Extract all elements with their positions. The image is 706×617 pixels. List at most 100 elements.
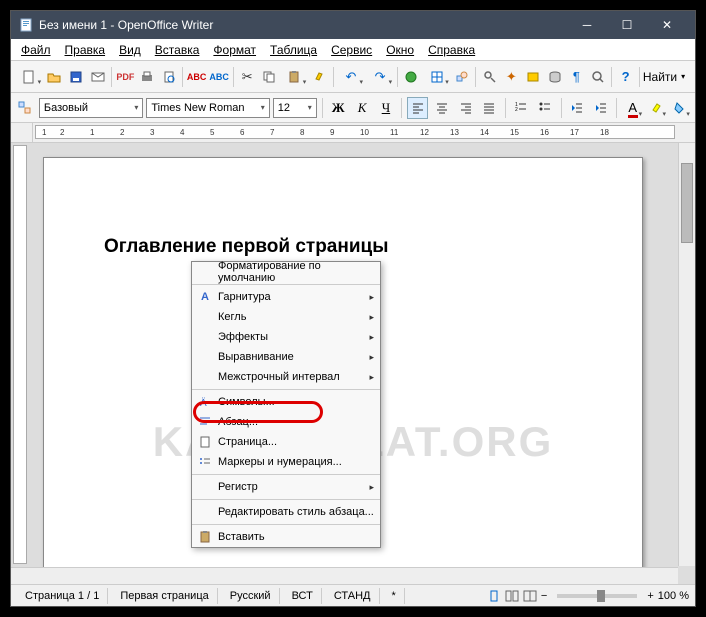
numbering-button[interactable]: 12: [511, 97, 532, 119]
table-button[interactable]: [423, 66, 451, 88]
undo-button[interactable]: ↶: [337, 66, 365, 88]
menu-help[interactable]: Справка: [422, 41, 481, 59]
status-sig[interactable]: *: [384, 588, 405, 604]
menu-edit[interactable]: Правка: [59, 41, 112, 59]
increase-indent-button[interactable]: [590, 97, 611, 119]
ctx-linespacing[interactable]: Межстрочный интервал: [192, 367, 380, 387]
zoom-button[interactable]: [588, 66, 609, 88]
maximize-button[interactable]: ☐: [607, 11, 647, 39]
redo-button[interactable]: ↷: [366, 66, 394, 88]
ctx-bullets[interactable]: Маркеры и нумерация...: [192, 452, 380, 472]
help-button[interactable]: ?: [615, 66, 636, 88]
app-window: Без имени 1 - OpenOffice Writer ─ ☐ ✕ Фа…: [10, 10, 696, 607]
vertical-scrollbar[interactable]: [678, 143, 695, 566]
horizontal-ruler[interactable]: 1 2 1 2 3 4 5 6 7 8 9 10 11 12 13 14 15 …: [35, 125, 675, 139]
align-right-button[interactable]: [455, 97, 476, 119]
format-paintbrush-button[interactable]: [309, 66, 330, 88]
menu-table[interactable]: Таблица: [264, 41, 323, 59]
menu-insert[interactable]: Вставка: [149, 41, 206, 59]
hyperlink-button[interactable]: [401, 66, 422, 88]
datasources-button[interactable]: [544, 66, 565, 88]
cut-button[interactable]: ✂: [237, 66, 258, 88]
view-book-icon[interactable]: [523, 590, 537, 602]
menu-tools[interactable]: Сервис: [325, 41, 378, 59]
font-color-button[interactable]: A: [622, 97, 643, 119]
status-style[interactable]: Первая страница: [112, 588, 217, 604]
align-justify-button[interactable]: [479, 97, 500, 119]
bold-button[interactable]: Ж: [328, 97, 349, 119]
status-page[interactable]: Страница 1 / 1: [17, 588, 108, 604]
zoom-out-icon[interactable]: −: [541, 590, 547, 602]
minimize-button[interactable]: ─: [567, 11, 607, 39]
bullets-icon: [196, 456, 214, 468]
spellcheck-button[interactable]: ABC: [186, 66, 208, 88]
zoom-value[interactable]: 100 %: [658, 590, 689, 602]
paste-icon: [196, 531, 214, 543]
background-color-button[interactable]: [670, 97, 691, 119]
zoom-in-icon[interactable]: +: [647, 590, 653, 602]
export-pdf-button[interactable]: PDF: [115, 66, 136, 88]
copy-button[interactable]: [259, 66, 280, 88]
find-dropdown-icon[interactable]: ▾: [681, 72, 685, 81]
font-size-combo[interactable]: 12▾: [273, 98, 317, 118]
menu-window[interactable]: Окно: [380, 41, 420, 59]
show-draw-button[interactable]: [452, 66, 473, 88]
nonprinting-button[interactable]: ¶: [566, 66, 587, 88]
paragraph-style-combo[interactable]: Базовый▾: [39, 98, 143, 118]
decrease-indent-button[interactable]: [567, 97, 588, 119]
app-icon: [19, 18, 33, 32]
context-menu: Форматирование по умолчанию A Гарнитура …: [191, 261, 381, 548]
view-multi-icon[interactable]: [505, 590, 519, 602]
close-button[interactable]: ✕: [647, 11, 687, 39]
print-button[interactable]: [137, 66, 158, 88]
find-replace-button[interactable]: [479, 66, 500, 88]
underline-button[interactable]: Ч: [375, 97, 396, 119]
ctx-character[interactable]: Ä Символы...: [192, 392, 380, 412]
new-button[interactable]: [15, 66, 43, 88]
status-insert[interactable]: ВСТ: [284, 588, 322, 604]
vertical-ruler[interactable]: [13, 145, 27, 564]
statusbar: Страница 1 / 1 Первая страница Русский В…: [11, 584, 695, 606]
autospell-button[interactable]: ABC: [208, 66, 230, 88]
menu-view[interactable]: Вид: [113, 41, 147, 59]
svg-text:Ä: Ä: [200, 397, 207, 408]
ctx-font[interactable]: A Гарнитура: [192, 287, 380, 307]
bullets-button[interactable]: [535, 97, 556, 119]
align-center-button[interactable]: [431, 97, 452, 119]
titlebar: Без имени 1 - OpenOffice Writer ─ ☐ ✕: [11, 11, 695, 39]
italic-button[interactable]: К: [352, 97, 373, 119]
ctx-default-formatting[interactable]: Форматирование по умолчанию: [192, 262, 380, 282]
ctx-page[interactable]: Страница...: [192, 432, 380, 452]
ctx-size[interactable]: Кегль: [192, 307, 380, 327]
standard-toolbar: PDF ABC ABC ✂ ↶ ↷ ✦ ¶ ? Найти ▾: [11, 61, 695, 93]
ctx-paragraph[interactable]: Абзац...: [192, 412, 380, 432]
gallery-button[interactable]: [523, 66, 544, 88]
menu-file[interactable]: Файл: [15, 41, 57, 59]
navigator-button[interactable]: ✦: [501, 66, 522, 88]
status-mode[interactable]: СТАНД: [326, 588, 380, 604]
horizontal-scrollbar[interactable]: [11, 567, 678, 584]
menubar: Файл Правка Вид Вставка Формат Таблица С…: [11, 39, 695, 61]
format-toolbar: Базовый▾ Times New Roman▾ 12▾ Ж К Ч 12 A: [11, 93, 695, 123]
status-lang[interactable]: Русский: [222, 588, 280, 604]
paste-button[interactable]: [280, 66, 308, 88]
align-left-button[interactable]: [407, 97, 428, 119]
zoom-slider[interactable]: [557, 594, 637, 598]
ctx-edit-style[interactable]: Редактировать стиль абзаца...: [192, 502, 380, 522]
ctx-alignment[interactable]: Выравнивание: [192, 347, 380, 367]
open-button[interactable]: [44, 66, 65, 88]
highlight-button[interactable]: [646, 97, 667, 119]
menu-format[interactable]: Формат: [207, 41, 262, 59]
ctx-paste[interactable]: Вставить: [192, 527, 380, 547]
save-button[interactable]: [66, 66, 87, 88]
ctx-effects[interactable]: Эффекты: [192, 327, 380, 347]
ctx-case[interactable]: Регистр: [192, 477, 380, 497]
page-icon: [196, 436, 214, 448]
ruler-row: 1 2 1 2 3 4 5 6 7 8 9 10 11 12 13 14 15 …: [11, 123, 695, 143]
font-name-combo[interactable]: Times New Roman▾: [146, 98, 269, 118]
preview-button[interactable]: [158, 66, 179, 88]
view-single-icon[interactable]: [487, 590, 501, 602]
styles-button[interactable]: [15, 97, 36, 119]
email-button[interactable]: [87, 66, 108, 88]
workspace: Оглавление первой страницы KAK-SDELAT.OR…: [11, 143, 695, 584]
